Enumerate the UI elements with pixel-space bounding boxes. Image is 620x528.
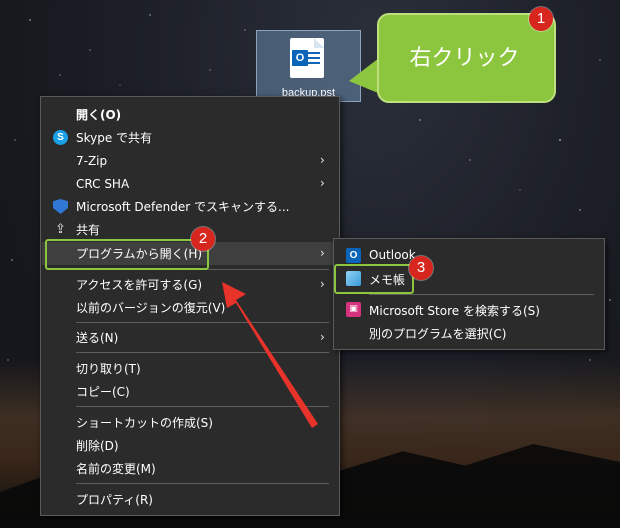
red-pointer-arrow <box>222 282 318 428</box>
